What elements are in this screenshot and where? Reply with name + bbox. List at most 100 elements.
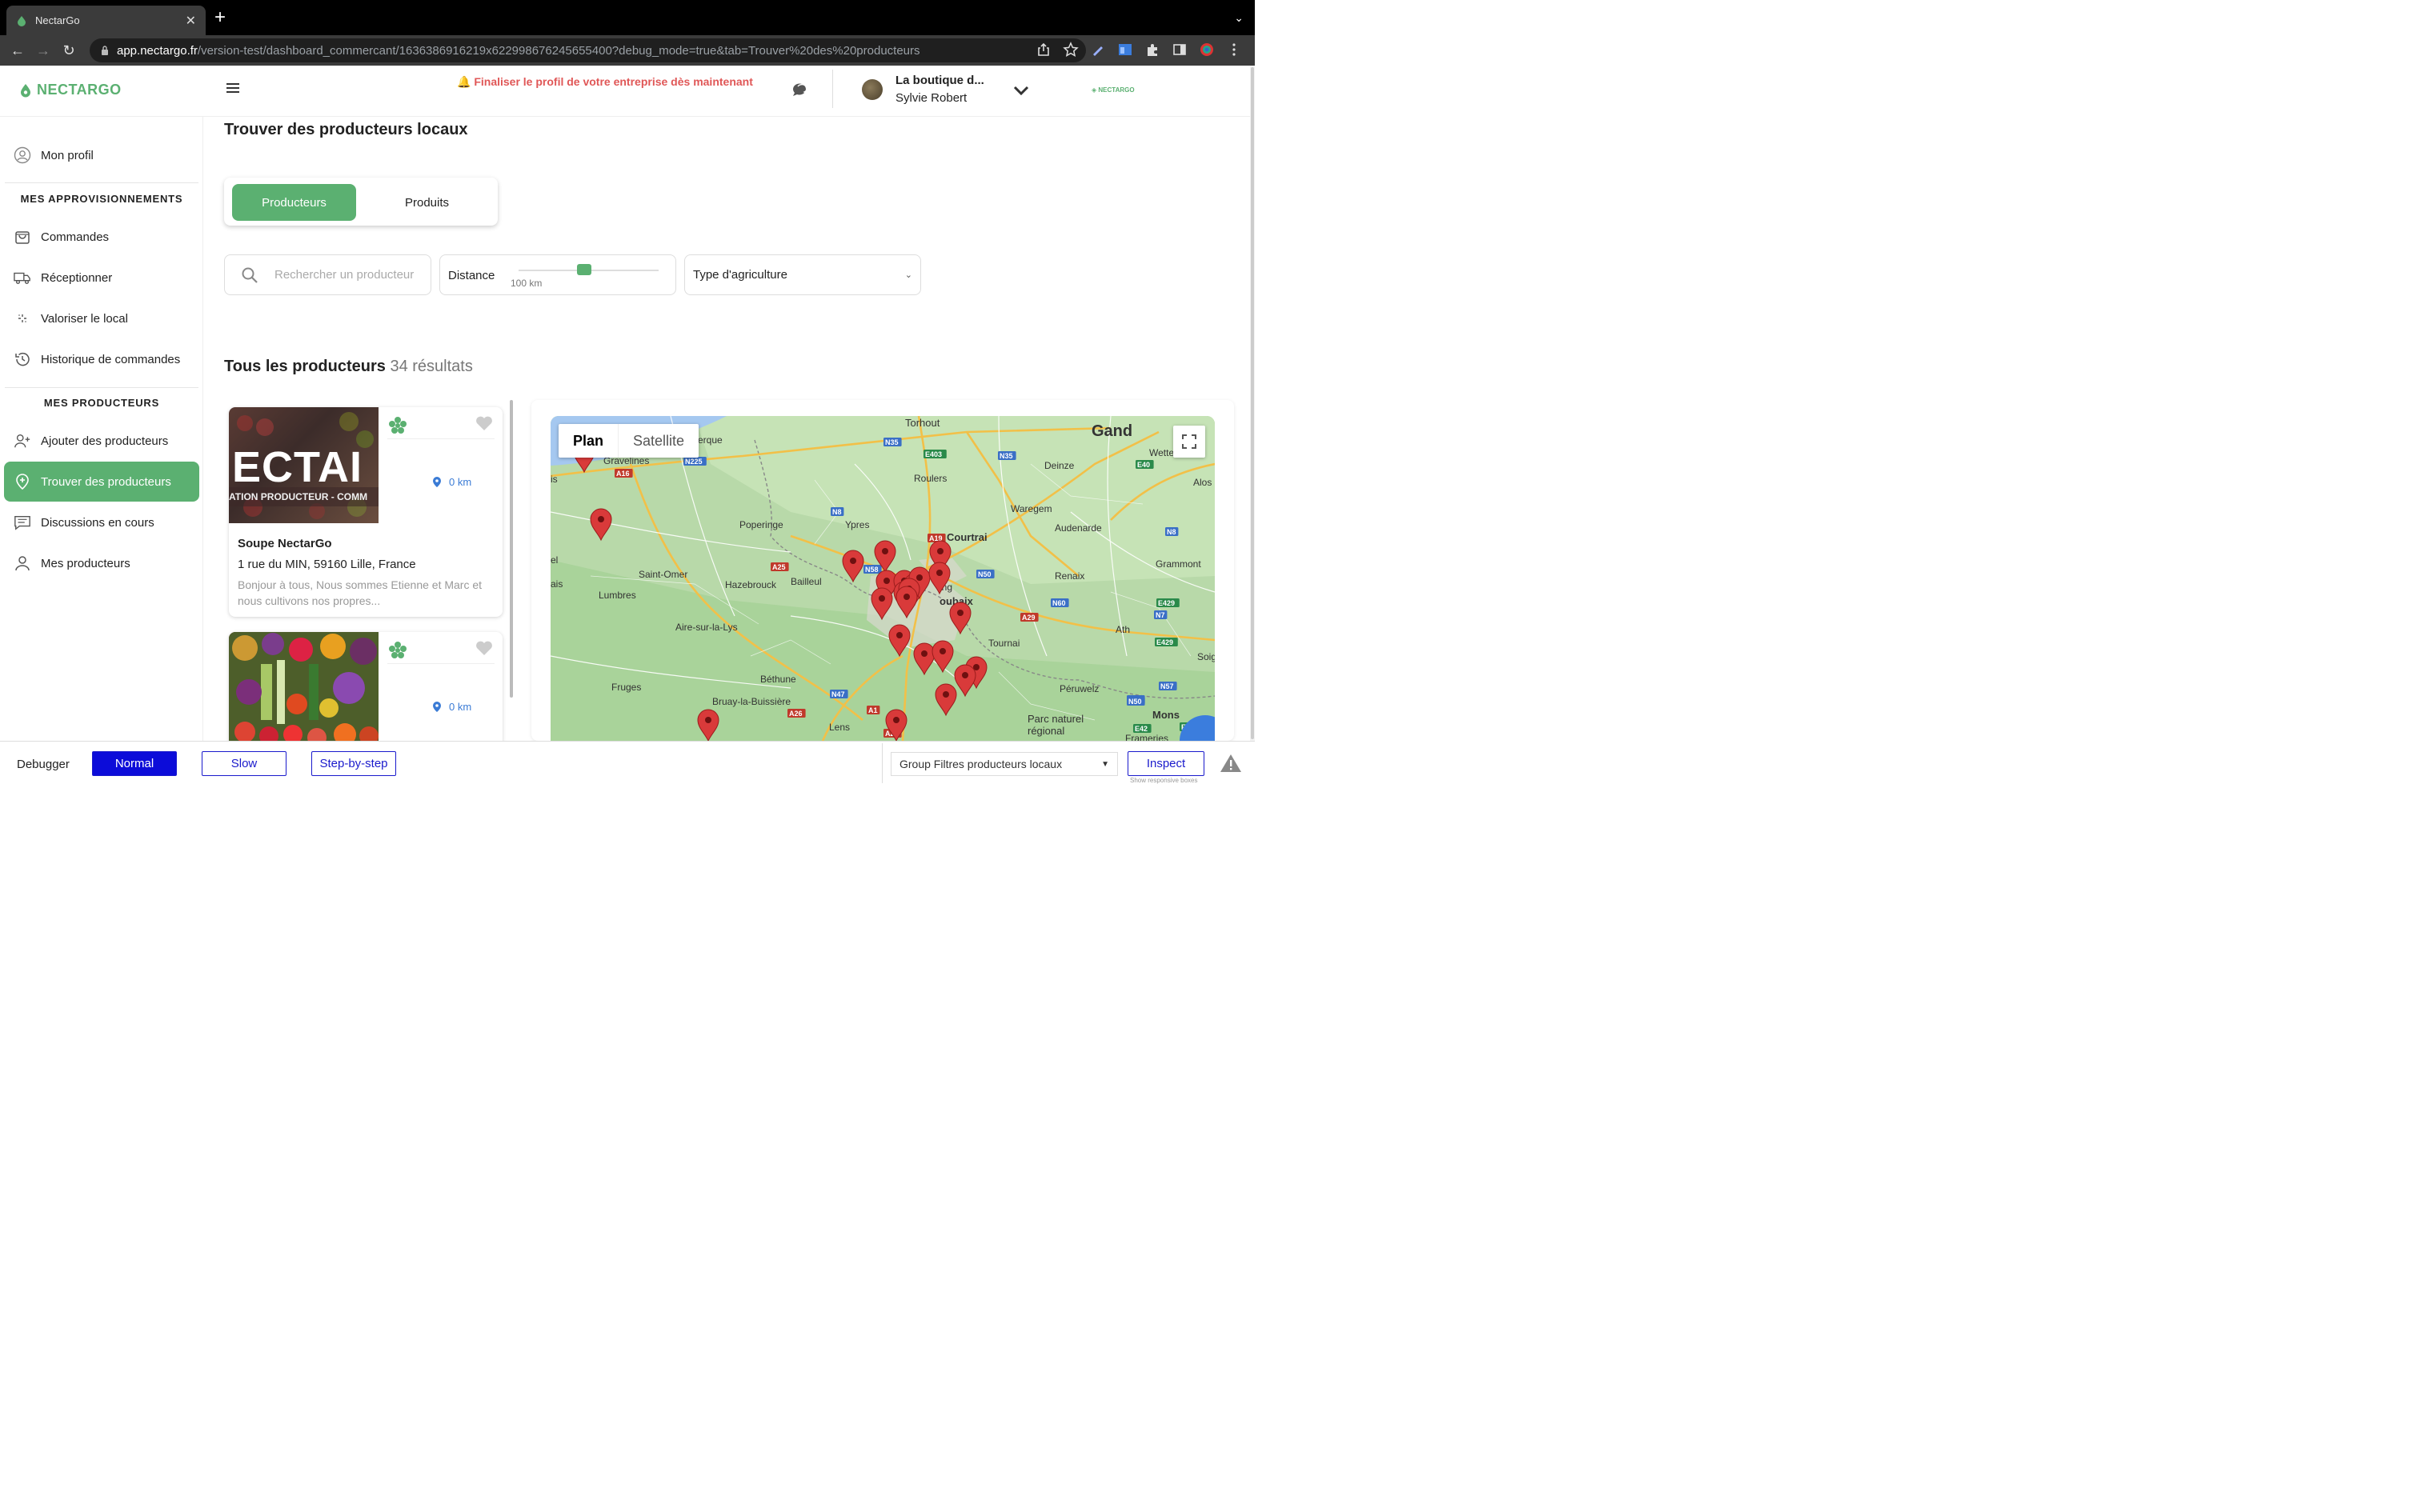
hamburger-menu-icon[interactable] xyxy=(226,82,239,94)
shopping-bag-icon xyxy=(14,228,31,246)
map-place-label: Alos xyxy=(1193,477,1212,488)
section-heading-producers: MES PRODUCTEURS xyxy=(43,397,160,409)
browser-menu-icon[interactable] xyxy=(1226,42,1242,58)
warning-icon[interactable] xyxy=(1220,753,1242,774)
fullscreen-icon[interactable] xyxy=(1173,426,1205,458)
debug-group-value: Group Filtres producteurs locaux xyxy=(899,758,1063,770)
chat-bubbles-icon[interactable] xyxy=(791,80,810,99)
map-place-label: Tournai xyxy=(988,638,1020,649)
user-plus-icon xyxy=(14,432,31,450)
forward-icon[interactable]: → xyxy=(30,42,56,59)
map-canvas[interactable]: Torhout GandGravelines DeinzeWetterenRoule… xyxy=(551,416,1215,741)
back-icon[interactable]: ← xyxy=(5,42,30,59)
agriculture-type-select[interactable]: Type d'agriculture ⌄ xyxy=(684,254,921,295)
search-input[interactable] xyxy=(274,268,427,282)
sidebar-item-promote[interactable]: Valoriser le local xyxy=(4,298,199,338)
producer-description: Bonjour à tous, Nous sommes Etienne et M… xyxy=(238,578,483,607)
location-pin-icon xyxy=(14,473,31,490)
map-tab-satellite[interactable]: Satellite xyxy=(619,424,699,458)
nectargo-logo[interactable]: NECTARGO xyxy=(19,82,122,98)
sidebar-label: Mes producteurs xyxy=(41,556,130,570)
browser-toolbar: ← → ↻ app.nectargo.fr/version-test/dashb… xyxy=(0,35,1255,66)
view-toggle: Producteurs Produits xyxy=(224,178,498,226)
distance-slider-handle[interactable] xyxy=(577,264,592,275)
sidebar-item-discussions[interactable]: Discussions en cours xyxy=(4,502,199,542)
sidebar-label: Historique de commandes xyxy=(41,352,181,366)
sidebar-item-receive[interactable]: Réceptionner xyxy=(4,258,199,298)
map-place-label: Roulers xyxy=(914,473,947,484)
map-place-label: Poperinge xyxy=(739,519,783,530)
sidebar-item-history[interactable]: Historique de commandes xyxy=(4,339,199,379)
producer-address: 1 rue du MIN, 59160 Lille, France xyxy=(238,558,416,571)
share-icon[interactable] xyxy=(1036,42,1052,58)
road-label: A16 xyxy=(615,469,633,478)
map-tab-plan[interactable]: Plan xyxy=(559,424,619,458)
header-divider xyxy=(832,70,833,108)
profile-avatar-icon[interactable] xyxy=(1199,42,1215,58)
map-place-label: Audenarde xyxy=(1055,522,1102,534)
pen-extension-icon[interactable] xyxy=(1090,42,1106,58)
chevron-down-icon[interactable] xyxy=(1013,85,1029,96)
debug-slow-button[interactable]: Slow xyxy=(202,751,286,776)
map-place-label: Lens xyxy=(829,722,850,733)
bell-icon: 🔔 xyxy=(457,75,471,88)
sidebar-label: Commandes xyxy=(41,230,110,244)
producer-card[interactable]: ECTAI ATION PRODUCTEUR - COMM 0 km Soupe… xyxy=(229,407,503,617)
logo-text: NECTARGO xyxy=(37,82,122,98)
inspect-button[interactable]: Inspect xyxy=(1128,751,1204,776)
map-place-label: Frameries xyxy=(1125,733,1168,741)
tab-close-icon[interactable]: ✕ xyxy=(186,13,196,29)
producer-list: ECTAI ATION PRODUCTEUR - COMM 0 km Soupe… xyxy=(224,400,515,741)
debugger-bar: Debugger Normal Slow Step-by-step Group … xyxy=(0,741,1255,784)
sidepanel-icon[interactable] xyxy=(1172,42,1188,58)
layout-extension-icon[interactable] xyxy=(1117,42,1133,58)
road-label: N225 xyxy=(683,457,707,466)
map-place-label: Soig xyxy=(1197,651,1215,662)
user-name[interactable]: Sylvie Robert xyxy=(895,91,967,105)
toggle-products-button[interactable]: Produits xyxy=(365,184,489,221)
map-place-label: Péruwelz xyxy=(1060,683,1099,694)
favorite-heart-icon[interactable] xyxy=(475,640,493,656)
producer-card[interactable]: 0 km xyxy=(229,632,503,741)
user-company[interactable]: La boutique d... xyxy=(895,74,984,87)
producers-map[interactable]: Torhout Gand Gravelines Deinze Wetteren Roule… xyxy=(551,416,1215,741)
favorite-heart-icon[interactable] xyxy=(475,415,493,431)
map-place-label: Bailleul xyxy=(791,576,822,587)
sidebar-item-my-producers[interactable]: Mes producteurs xyxy=(4,543,199,583)
road-label: N57 xyxy=(1159,682,1177,690)
profile-completion-notice[interactable]: 🔔 Finaliser le profil de votre entrepris… xyxy=(457,75,753,89)
producer-list-scrollbar[interactable] xyxy=(510,400,513,698)
road-label: E429 xyxy=(1155,638,1178,646)
tab-menu-chevron-icon[interactable]: ⌄ xyxy=(1234,11,1244,25)
svg-text:N58: N58 xyxy=(865,566,879,574)
browser-tab[interactable]: NectarGo ✕ xyxy=(6,6,206,35)
svg-text:E42: E42 xyxy=(1135,725,1148,733)
sidebar-item-add-producers[interactable]: Ajouter des producteurs xyxy=(4,421,199,461)
toggle-producers-button[interactable]: Producteurs xyxy=(232,184,356,221)
sidebar-label: Mon profil xyxy=(41,148,94,162)
distance-label: Distance xyxy=(448,269,495,282)
chevron-down-icon: ⌄ xyxy=(904,270,912,280)
extensions-puzzle-icon[interactable] xyxy=(1144,42,1160,58)
new-tab-icon[interactable]: + xyxy=(214,8,226,27)
bookmark-star-icon[interactable] xyxy=(1063,42,1079,58)
debug-group-select[interactable]: Group Filtres producteurs locaux ▼ xyxy=(891,752,1118,776)
sidebar-item-orders[interactable]: Commandes xyxy=(4,217,199,257)
section-heading-supply: MES APPROVISIONNEMENTS xyxy=(20,193,183,205)
map-place-label: ais xyxy=(551,578,563,590)
map-place-label: régional xyxy=(1028,725,1064,737)
page-title: Trouver des producteurs locaux xyxy=(224,121,468,138)
address-bar[interactable]: app.nectargo.fr/version-test/dashboard_c… xyxy=(90,38,1086,62)
sidebar-item-find-producers[interactable]: Trouver des producteurs xyxy=(4,462,199,502)
reload-icon[interactable]: ↻ xyxy=(56,42,82,59)
svg-text:N225: N225 xyxy=(685,458,703,466)
mini-logo-text: NECTARGO xyxy=(1098,86,1135,94)
sidebar-item-profile[interactable]: Mon profil xyxy=(4,135,199,175)
search-icon xyxy=(242,267,258,283)
user-avatar[interactable] xyxy=(862,79,883,100)
page-scrollbar-thumb[interactable] xyxy=(1251,67,1254,739)
debug-step-button[interactable]: Step-by-step xyxy=(311,751,396,776)
page-scrollbar[interactable] xyxy=(1250,66,1255,741)
distance-info: 0 km xyxy=(433,701,471,713)
debug-normal-button[interactable]: Normal xyxy=(92,751,177,776)
